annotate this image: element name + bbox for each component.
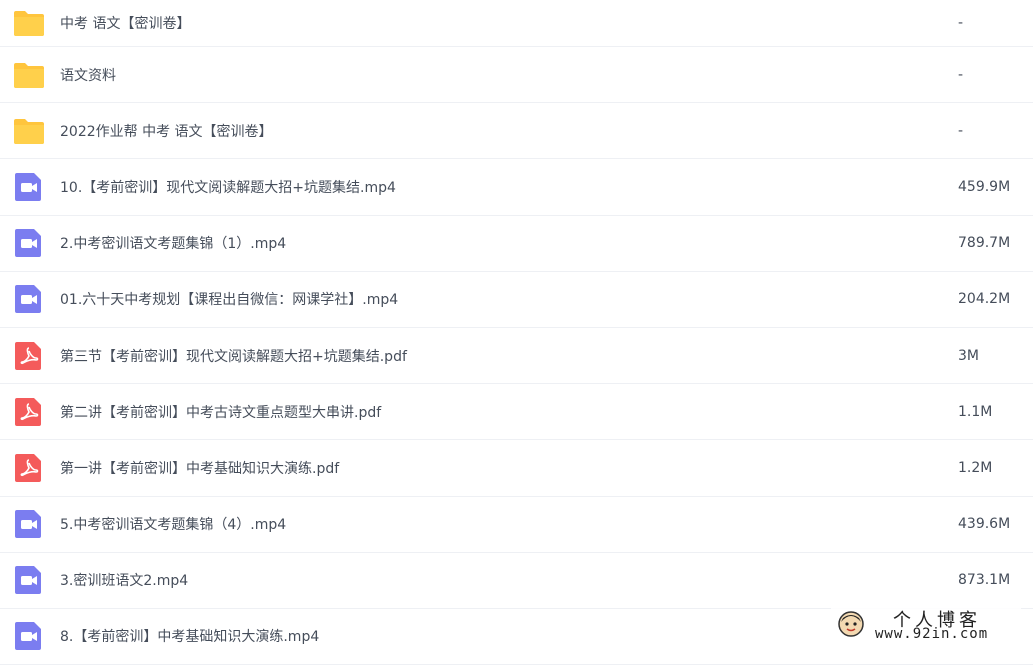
folder-icon <box>13 115 45 147</box>
file-row[interactable]: 2.中考密训语文考题集锦（1）.mp4 789.7M <box>0 216 1033 272</box>
file-row[interactable]: 5.中考密训语文考题集锦（4）.mp4 439.6M <box>0 497 1033 553</box>
pdf-file-icon <box>13 452 45 484</box>
file-row[interactable]: 第三节【考前密训】现代文阅读解题大招+坑题集结.pdf 3M <box>0 328 1033 385</box>
video-file-icon <box>13 227 45 259</box>
file-row[interactable]: 01.六十天中考规划【课程出自微信：网课学社】.mp4 204.2M <box>0 272 1033 328</box>
file-size: 873.1M <box>958 572 1011 589</box>
video-file-icon <box>13 171 45 203</box>
file-size: - <box>958 15 964 31</box>
watermark: 个人博客 www.92in.com <box>831 606 1021 644</box>
folder-icon <box>13 59 45 91</box>
file-size: 1.2M <box>958 459 993 476</box>
video-file-icon <box>13 564 45 596</box>
file-name[interactable]: 第一讲【考前密训】中考基础知识大演练.pdf <box>60 458 339 478</box>
file-name[interactable]: 2.中考密训语文考题集锦（1）.mp4 <box>60 233 286 253</box>
pdf-file-icon <box>13 396 45 428</box>
file-row[interactable]: 语文资料 - <box>0 47 1033 104</box>
file-size: - <box>958 122 964 139</box>
video-file-icon <box>13 508 45 540</box>
file-row[interactable]: 第二讲【考前密训】中考古诗文重点题型大串讲.pdf 1.1M <box>0 384 1033 441</box>
pdf-file-icon <box>13 340 45 372</box>
file-name[interactable]: 3.密训班语文2.mp4 <box>60 570 188 590</box>
file-name[interactable]: 语文资料 <box>60 65 116 85</box>
file-row[interactable]: 2022作业帮 中考 语文【密训卷】 - <box>0 103 1033 160</box>
file-name[interactable]: 8.【考前密训】中考基础知识大演练.mp4 <box>60 626 319 646</box>
file-size: 459.9M <box>958 178 1011 195</box>
file-size: 1.1M <box>958 403 993 420</box>
file-name[interactable]: 01.六十天中考规划【课程出自微信：网课学社】.mp4 <box>60 289 398 309</box>
file-size: 789.7M <box>958 235 1011 252</box>
avatar-icon <box>838 611 864 637</box>
file-row[interactable]: 3.密训班语文2.mp4 873.1M <box>0 553 1033 609</box>
file-size: 439.6M <box>958 516 1011 533</box>
file-name[interactable]: 2022作业帮 中考 语文【密训卷】 <box>60 121 273 141</box>
file-size: 3M <box>958 347 979 364</box>
file-name[interactable]: 中考 语文【密训卷】 <box>60 13 190 33</box>
video-file-icon <box>13 620 45 652</box>
file-size: - <box>958 66 964 83</box>
file-row[interactable]: 第一讲【考前密训】中考基础知识大演练.pdf 1.2M <box>0 440 1033 497</box>
file-row[interactable]: 10.【考前密训】现代文阅读解题大招+坑题集结.mp4 459.9M <box>0 159 1033 216</box>
file-name[interactable]: 10.【考前密训】现代文阅读解题大招+坑题集结.mp4 <box>60 177 396 197</box>
file-name[interactable]: 5.中考密训语文考题集锦（4）.mp4 <box>60 514 286 534</box>
file-name[interactable]: 第三节【考前密训】现代文阅读解题大招+坑题集结.pdf <box>60 346 407 366</box>
watermark-url: www.92in.com <box>875 626 989 642</box>
file-size: 204.2M <box>958 291 1011 308</box>
file-name[interactable]: 第二讲【考前密训】中考古诗文重点题型大串讲.pdf <box>60 402 381 422</box>
file-row[interactable]: 中考 语文【密训卷】 - <box>0 0 1033 47</box>
file-list: 中考 语文【密训卷】 - 语文资料 - 2022作业帮 中考 语文【密训卷】 - 10.【考… <box>0 0 1033 665</box>
video-file-icon <box>13 283 45 315</box>
folder-icon <box>13 7 45 39</box>
